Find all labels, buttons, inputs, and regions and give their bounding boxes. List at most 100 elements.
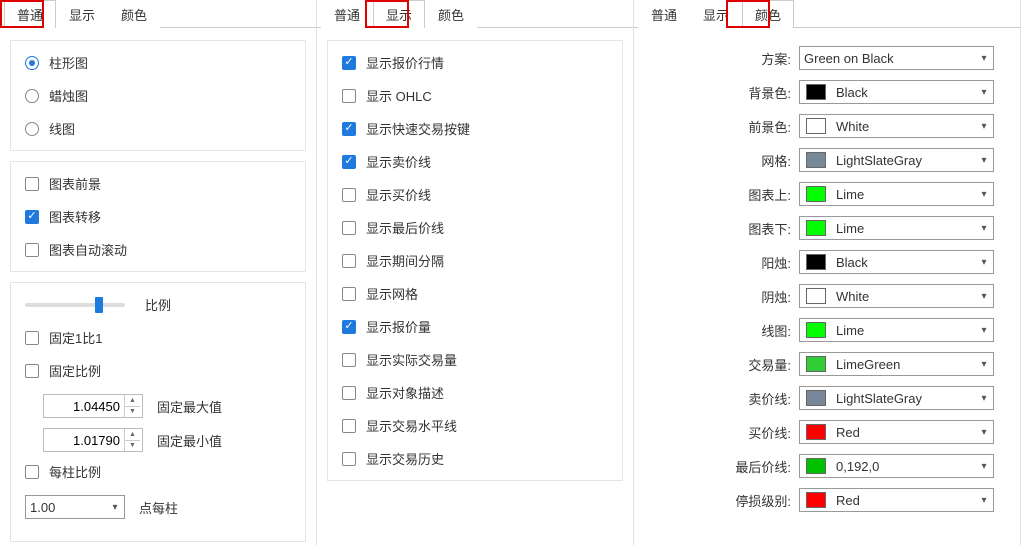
color-combo-11[interactable]: 0,192,0▾ xyxy=(799,454,994,478)
color-swatch-2 xyxy=(806,152,826,168)
radio-candle-label: 蜡烛图 xyxy=(49,86,88,105)
color-swatch-8 xyxy=(806,356,826,372)
color-label-5: 阳烛: xyxy=(723,253,791,272)
display-checkbox-3[interactable] xyxy=(342,155,356,169)
display-checkbox-label-7: 显示网格 xyxy=(366,284,418,303)
min-value-label: 固定最小值 xyxy=(157,431,222,450)
color-label-9: 卖价线: xyxy=(723,389,791,408)
color-combo-1[interactable]: White▾ xyxy=(799,114,994,138)
checkbox-foreground[interactable] xyxy=(25,177,39,191)
color-value-1: White xyxy=(832,119,975,134)
color-combo-5[interactable]: Black▾ xyxy=(799,250,994,274)
checkbox-fix-ratio-label: 固定比例 xyxy=(49,361,101,380)
radio-candle[interactable] xyxy=(25,89,39,103)
tab-general-2[interactable]: 普通 xyxy=(321,0,373,28)
color-swatch-5 xyxy=(806,254,826,270)
min-up-icon[interactable]: ▲ xyxy=(125,429,140,441)
tab-color-3[interactable]: 颜色 xyxy=(742,0,794,28)
checkbox-fix-1-1[interactable] xyxy=(25,331,39,345)
display-checkbox-7[interactable] xyxy=(342,287,356,301)
tab-general-3[interactable]: 普通 xyxy=(638,0,690,28)
color-combo-2[interactable]: LightSlateGray▾ xyxy=(799,148,994,172)
scheme-label: 方案: xyxy=(723,49,791,68)
tab-display-3[interactable]: 显示 xyxy=(690,0,742,28)
color-label-4: 图表下: xyxy=(723,219,791,238)
color-swatch-4 xyxy=(806,220,826,236)
checkbox-fix-ratio[interactable] xyxy=(25,364,39,378)
checkbox-per-bar[interactable] xyxy=(25,465,39,479)
radio-bar[interactable] xyxy=(25,56,39,70)
display-checkbox-6[interactable] xyxy=(342,254,356,268)
color-combo-7[interactable]: Lime▾ xyxy=(799,318,994,342)
max-value-spinner[interactable]: ▲ ▼ xyxy=(43,394,143,418)
color-combo-10[interactable]: Red▾ xyxy=(799,420,994,444)
tab-color-2[interactable]: 颜色 xyxy=(425,0,477,28)
display-checkbox-12[interactable] xyxy=(342,452,356,466)
color-combo-3[interactable]: Lime▾ xyxy=(799,182,994,206)
color-combo-6[interactable]: White▾ xyxy=(799,284,994,308)
tab-color[interactable]: 颜色 xyxy=(108,0,160,28)
max-up-icon[interactable]: ▲ xyxy=(125,395,140,407)
display-checkbox-label-0: 显示报价行情 xyxy=(366,53,444,72)
chevron-down-icon: ▾ xyxy=(975,87,993,98)
tab-display[interactable]: 显示 xyxy=(56,0,108,28)
panel2-tabs: 普通 显示 颜色 xyxy=(317,0,633,28)
checkbox-shift[interactable] xyxy=(25,210,39,224)
display-checkbox-1[interactable] xyxy=(342,89,356,103)
color-value-10: Red xyxy=(832,425,975,440)
color-combo-9[interactable]: LightSlateGray▾ xyxy=(799,386,994,410)
color-label-8: 交易量: xyxy=(723,355,791,374)
chevron-down-icon: ▾ xyxy=(975,223,993,234)
color-combo-12[interactable]: Red▾ xyxy=(799,488,994,512)
chevron-down-icon: ▾ xyxy=(975,393,993,404)
color-swatch-7 xyxy=(806,322,826,338)
color-combo-0[interactable]: Black▾ xyxy=(799,80,994,104)
display-checkbox-10[interactable] xyxy=(342,386,356,400)
chart-type-section: 柱形图 蜡烛图 线图 xyxy=(10,40,306,151)
color-swatch-3 xyxy=(806,186,826,202)
color-swatch-10 xyxy=(806,424,826,440)
checkbox-per-bar-label: 每柱比例 xyxy=(49,462,101,481)
display-checkbox-11[interactable] xyxy=(342,419,356,433)
display-checkbox-5[interactable] xyxy=(342,221,356,235)
display-checkbox-8[interactable] xyxy=(342,320,356,334)
tab-general[interactable]: 普通 xyxy=(4,0,56,28)
color-value-9: LightSlateGray xyxy=(832,391,975,406)
display-checkbox-0[interactable] xyxy=(342,56,356,70)
color-swatch-11 xyxy=(806,458,826,474)
display-checkbox-label-5: 显示最后价线 xyxy=(366,218,444,237)
max-down-icon[interactable]: ▼ xyxy=(125,407,140,418)
tab-display-2[interactable]: 显示 xyxy=(373,0,425,28)
scheme-combo[interactable]: Green on Black ▾ xyxy=(799,46,994,70)
points-per-bar-value: 1.00 xyxy=(26,500,106,515)
color-label-0: 背景色: xyxy=(723,83,791,102)
color-combo-8[interactable]: LimeGreen▾ xyxy=(799,352,994,376)
checkbox-shift-label: 图表转移 xyxy=(49,207,101,226)
panel1-tabs: 普通 显示 颜色 xyxy=(0,0,316,28)
points-per-bar-combo[interactable]: 1.00 ▾ xyxy=(25,495,125,519)
min-value-spinner[interactable]: ▲ ▼ xyxy=(43,428,143,452)
checkbox-autoscroll[interactable] xyxy=(25,243,39,257)
color-value-8: LimeGreen xyxy=(832,357,975,372)
chevron-down-icon: ▾ xyxy=(975,291,993,302)
chevron-down-icon: ▾ xyxy=(975,325,993,336)
color-combo-4[interactable]: Lime▾ xyxy=(799,216,994,240)
display-checkbox-2[interactable] xyxy=(342,122,356,136)
chevron-down-icon: ▾ xyxy=(975,257,993,268)
scale-slider[interactable] xyxy=(25,303,125,307)
max-value-input[interactable] xyxy=(44,395,124,417)
display-checkbox-label-4: 显示买价线 xyxy=(366,185,431,204)
radio-line[interactable] xyxy=(25,122,39,136)
color-value-11: 0,192,0 xyxy=(832,459,975,474)
color-value-12: Red xyxy=(832,493,975,508)
min-value-input[interactable] xyxy=(44,429,124,451)
display-checkbox-9[interactable] xyxy=(342,353,356,367)
color-value-2: LightSlateGray xyxy=(832,153,975,168)
color-label-2: 网格: xyxy=(723,151,791,170)
color-label-7: 线图: xyxy=(723,321,791,340)
min-down-icon[interactable]: ▼ xyxy=(125,441,140,452)
display-checkbox-4[interactable] xyxy=(342,188,356,202)
view-opts-section: 图表前景 图表转移 图表自动滚动 xyxy=(10,161,306,272)
display-checkbox-label-12: 显示交易历史 xyxy=(366,449,444,468)
color-label-11: 最后价线: xyxy=(723,457,791,476)
